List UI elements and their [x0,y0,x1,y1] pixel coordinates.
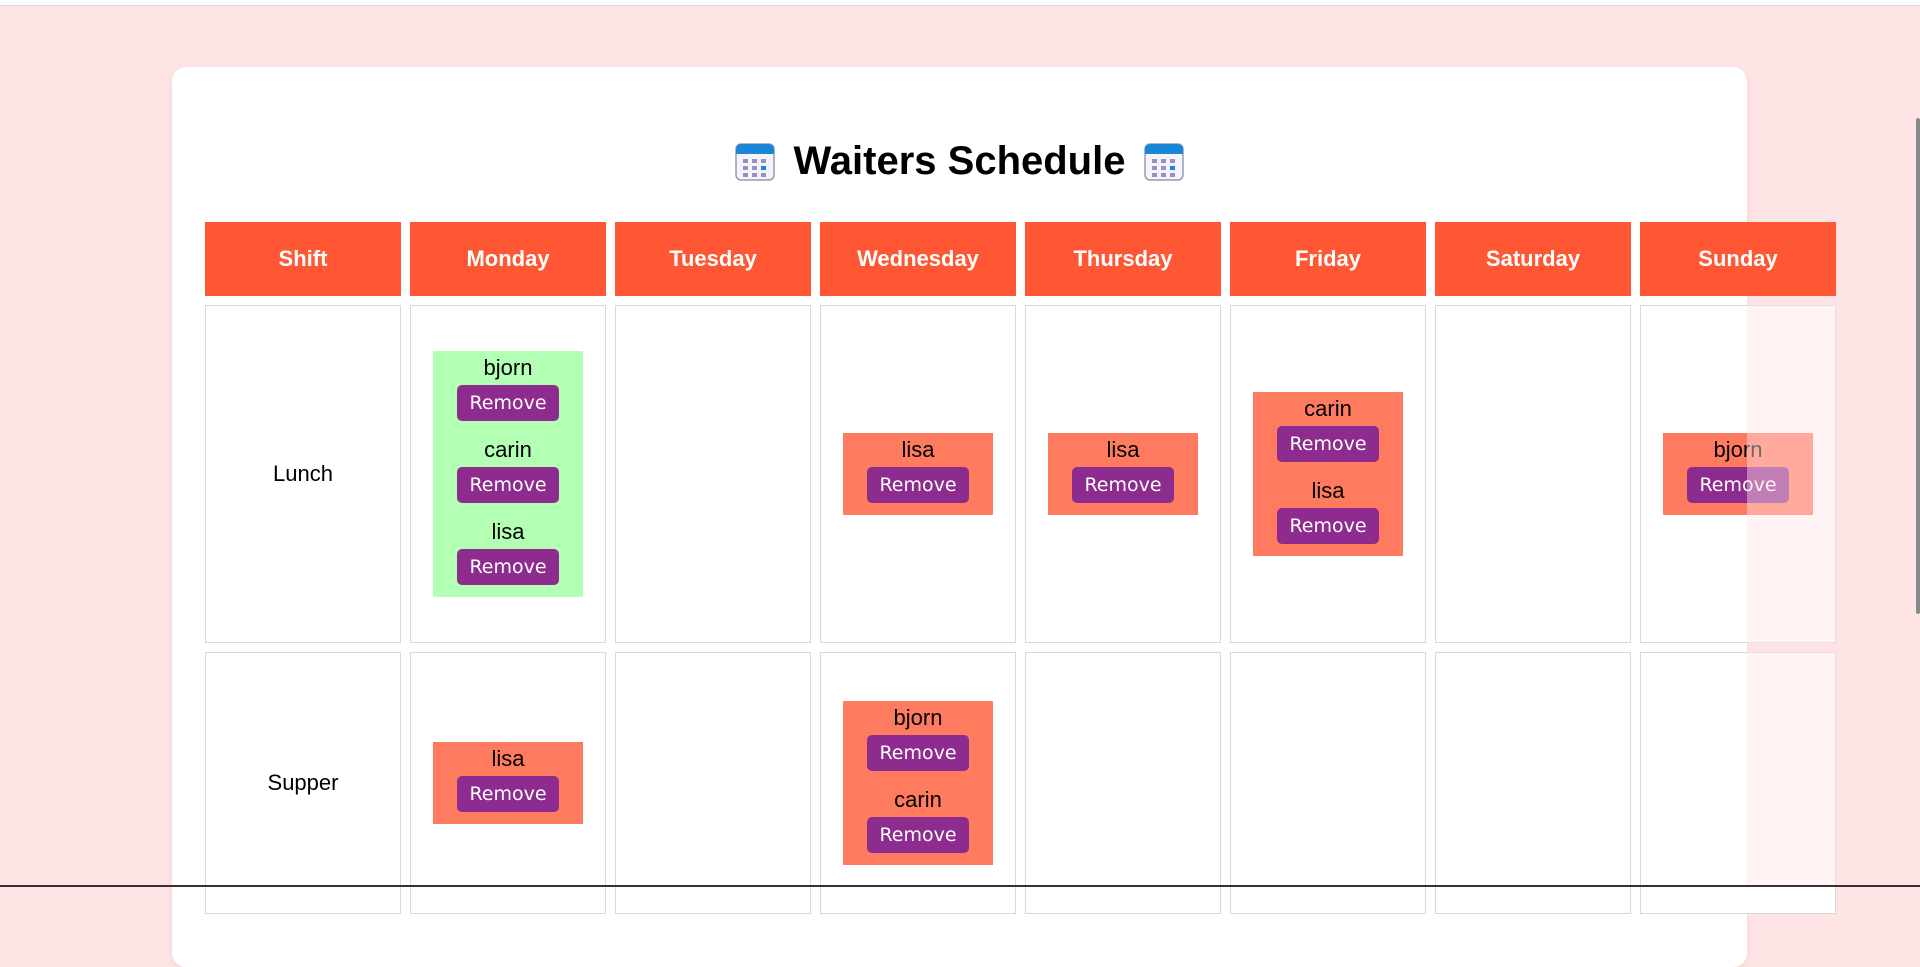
waiter-name: carin [433,437,583,463]
day-cell-sunday[interactable] [1640,652,1836,914]
remove-button[interactable]: Remove [457,549,558,585]
waiter-name: bjorn [843,705,993,731]
waiter-entry: carin Remove [433,433,583,515]
waiter-entry: lisa Remove [843,433,993,509]
remove-button[interactable]: Remove [1277,508,1378,544]
vertical-scrollbar[interactable] [1916,118,1920,614]
header-monday: Monday [410,222,606,296]
day-cell-monday[interactable]: lisa Remove [410,652,606,914]
remove-button[interactable]: Remove [457,776,558,812]
waiter-name: carin [1253,396,1403,422]
assignment-box: bjorn Remove [1663,433,1813,515]
day-cell-wednesday[interactable]: bjorn Remove carin Remove [820,652,1016,914]
day-cell-saturday[interactable] [1435,652,1631,914]
header-row: Shift Monday Tuesday Wednesday Thursday … [205,222,1836,296]
calendar-icon [734,140,776,182]
waiter-entry: lisa Remove [1253,474,1403,550]
waiter-entry: lisa Remove [433,742,583,818]
assignment-box: lisa Remove [433,742,583,824]
day-cell-saturday[interactable] [1435,305,1631,643]
waiter-name: lisa [433,519,583,545]
day-cell-tuesday[interactable] [615,305,811,643]
waiter-entry: bjorn Remove [1663,433,1813,509]
schedule-table: Shift Monday Tuesday Wednesday Thursday … [196,213,1845,923]
remove-button[interactable]: Remove [457,385,558,421]
assignment-box: bjorn Remove carin Remove [843,701,993,865]
header-friday: Friday [1230,222,1426,296]
day-cell-friday[interactable]: carin Remove lisa Remove [1230,305,1426,643]
waiter-name: lisa [843,437,993,463]
day-cell-sunday[interactable]: bjorn Remove [1640,305,1836,643]
day-cell-friday[interactable] [1230,652,1426,914]
header-sunday: Sunday [1640,222,1836,296]
remove-button[interactable]: Remove [457,467,558,503]
browser-top-edge [0,0,1920,6]
assignment-box: carin Remove lisa Remove [1253,392,1403,556]
day-cell-thursday[interactable]: lisa Remove [1025,305,1221,643]
waiter-name: carin [843,787,993,813]
remove-button[interactable]: Remove [1687,467,1788,503]
remove-button[interactable]: Remove [867,467,968,503]
waiter-name: bjorn [433,355,583,381]
shift-label: Lunch [273,461,333,486]
day-cell-tuesday[interactable] [615,652,811,914]
remove-button[interactable]: Remove [1277,426,1378,462]
assignment-box: lisa Remove [843,433,993,515]
assignment-box: lisa Remove [1048,433,1198,515]
waiter-name: bjorn [1663,437,1813,463]
header-thursday: Thursday [1025,222,1221,296]
day-cell-monday[interactable]: bjorn Remove carin Remove lisa Remove [410,305,606,643]
day-cell-thursday[interactable] [1025,652,1221,914]
day-cell-wednesday[interactable]: lisa Remove [820,305,1016,643]
waiter-name: lisa [1048,437,1198,463]
shift-row-supper: Supper lisa Remove bjorn Remove carin Remove [205,652,1836,914]
shift-cell: Lunch [205,305,401,643]
remove-button[interactable]: Remove [867,735,968,771]
shift-row-lunch: LunchbjornRemovecarinRemovelisaRemovelis… [205,305,1836,643]
waiter-entry: lisa Remove [1048,433,1198,509]
waiter-entry: bjorn Remove [433,351,583,433]
calendar-icon [1143,140,1185,182]
waiter-entry: carin Remove [843,783,993,859]
page-title: Waiters Schedule [794,139,1126,184]
waiter-name: lisa [433,746,583,772]
remove-button[interactable]: Remove [867,817,968,853]
shift-label: Supper [268,770,339,795]
waiter-entry: lisa Remove [433,515,583,591]
header-shift: Shift [205,222,401,296]
remove-button[interactable]: Remove [1072,467,1173,503]
shift-cell: Supper [205,652,401,914]
header-tuesday: Tuesday [615,222,811,296]
waiter-entry: bjorn Remove [843,701,993,783]
header-saturday: Saturday [1435,222,1631,296]
waiter-name: lisa [1253,478,1403,504]
header-wednesday: Wednesday [820,222,1016,296]
waiter-entry: carin Remove [1253,392,1403,474]
page-header: Waiters Schedule [172,132,1747,190]
assignment-box: bjorn Remove carin Remove lisa Remove [433,351,583,597]
